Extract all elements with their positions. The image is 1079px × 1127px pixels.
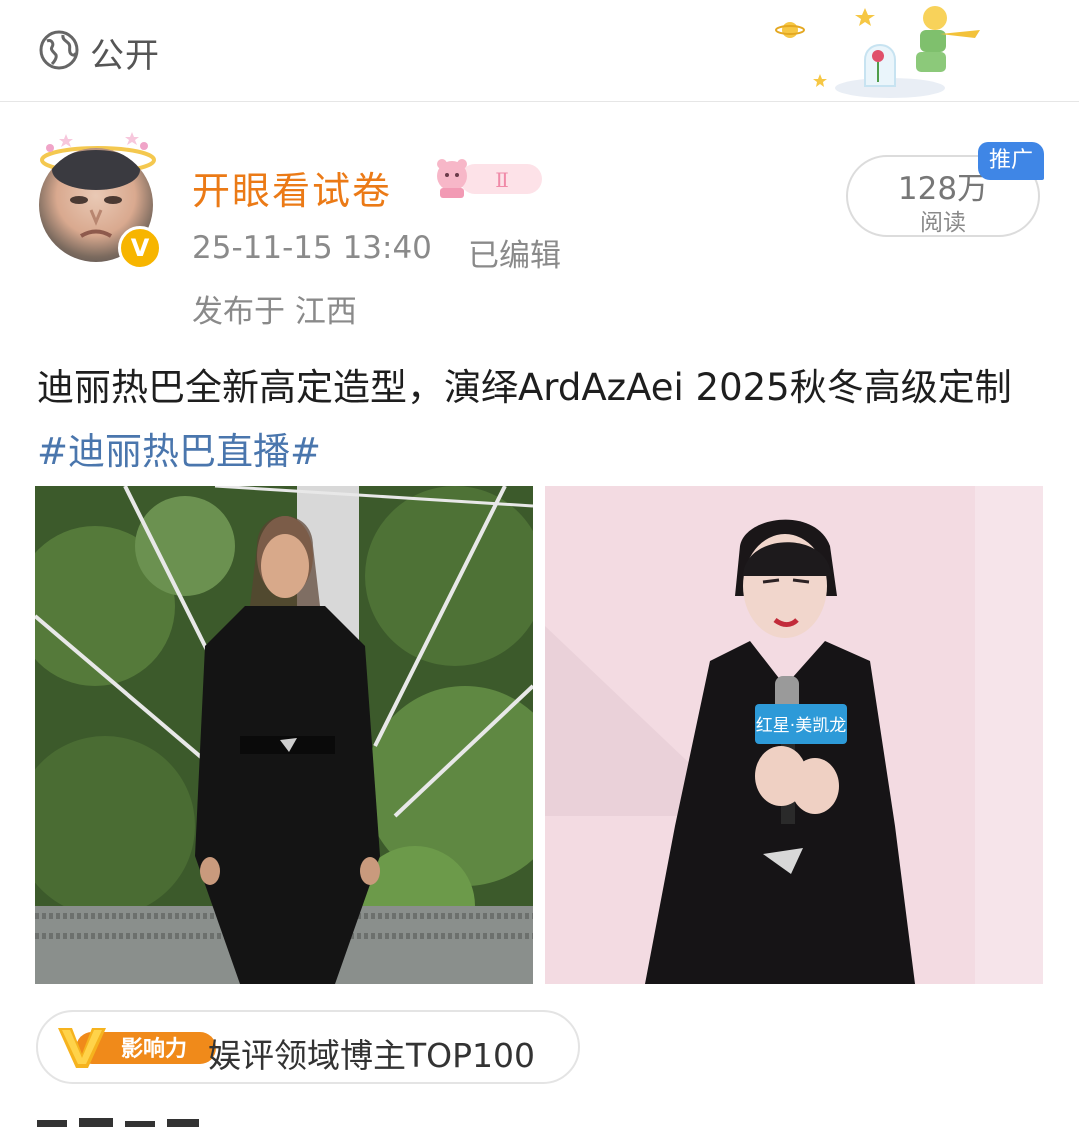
promo-tag[interactable]: 推广 bbox=[978, 142, 1044, 180]
edited-label[interactable]: 已编辑 bbox=[468, 230, 561, 275]
runway-photo-image[interactable] bbox=[35, 486, 533, 984]
level-badge-text: Ⅱ bbox=[495, 168, 509, 192]
influence-v-icon: 影响力 bbox=[58, 1028, 216, 1068]
top-bar: 公开 bbox=[0, 0, 1079, 102]
read-label: 阅读 bbox=[920, 210, 966, 236]
post-timestamp: 25-11-15 13:40 bbox=[192, 230, 432, 266]
author-avatar[interactable]: V bbox=[36, 128, 162, 270]
post-text: 迪丽热巴全新高定造型，演绎ArdAzAei 2025秋冬高级定制 #迪丽热巴直播… bbox=[37, 356, 1037, 484]
microphone-label: 红星·美凯龙 bbox=[756, 716, 846, 736]
top-divider bbox=[0, 101, 1079, 102]
post-body-text: 迪丽热巴全新高定造型，演绎ArdAzAei 2025秋冬高级定制 bbox=[37, 366, 1012, 409]
globe-icon bbox=[39, 30, 79, 70]
next-section-cutoff bbox=[37, 1112, 237, 1127]
hashtag-link[interactable]: #迪丽热巴直播# bbox=[37, 430, 321, 473]
verified-v-icon: V bbox=[118, 226, 162, 270]
influence-badge[interactable]: 影响力 娱评领域博主TOP100 bbox=[36, 1010, 580, 1084]
influence-logo-text: 影响力 bbox=[121, 1036, 187, 1062]
visibility-label[interactable]: 公开 bbox=[90, 28, 160, 77]
author-name[interactable]: 开眼看试卷 bbox=[192, 160, 392, 215]
level-badge-icon[interactable]: Ⅱ bbox=[430, 158, 544, 200]
event-photo-image[interactable]: 红星·美凯龙 bbox=[545, 486, 1043, 984]
post-location: 发布于 江西 bbox=[192, 294, 357, 330]
influence-text: 娱评领域博主TOP100 bbox=[208, 1036, 536, 1075]
little-prince-decoration bbox=[775, 6, 980, 98]
